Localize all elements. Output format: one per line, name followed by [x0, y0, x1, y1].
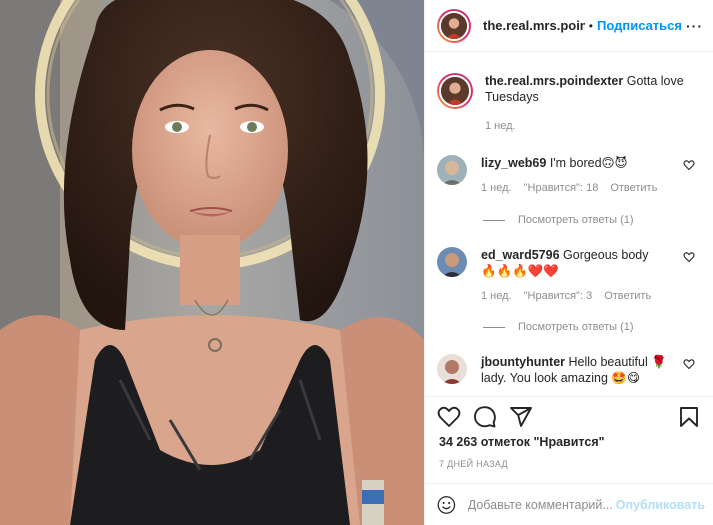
author-avatar[interactable] [437, 8, 471, 43]
share-button[interactable] [509, 405, 533, 429]
commenter-avatar[interactable] [437, 354, 467, 384]
post-dialog: the.real.mrs.poinde • Подписаться ··· [0, 0, 713, 525]
reply-button[interactable]: Ответить [610, 180, 657, 196]
caption-time[interactable]: 1 нед. [485, 118, 516, 134]
view-replies[interactable]: Посмотреть ответы (1) [483, 214, 634, 226]
comment-time[interactable]: 1 нед. [481, 180, 512, 196]
post-sidebar: the.real.mrs.poinde • Подписаться ··· [424, 0, 713, 525]
comment-username[interactable]: lizy_web69 [481, 156, 546, 170]
avatar-image [437, 155, 467, 185]
view-replies-label: Посмотреть ответы (1) [518, 214, 634, 226]
view-replies-label: Посмотреть ответы (1) [518, 321, 634, 333]
post-photo[interactable] [0, 0, 424, 525]
view-replies[interactable]: Посмотреть ответы (1) [483, 321, 634, 333]
replies-line [483, 326, 505, 328]
avatar-image [441, 12, 467, 39]
more-options-icon[interactable]: ··· [682, 18, 703, 34]
caption-body: the.real.mrs.poindexter Gotta love Tuesd… [485, 73, 699, 134]
smiley-icon[interactable] [437, 493, 456, 517]
likes-count[interactable]: 34 263 отметок "Нравится" [439, 435, 605, 449]
comment-text: I'm bored🙃😈 [549, 156, 628, 170]
comment-item: jbountyhunter Hello beautiful 🌹 lady. Yo… [437, 354, 699, 386]
separator-dot: • [588, 18, 593, 33]
author-username[interactable]: the.real.mrs.poinde [483, 18, 585, 33]
comment-icon [474, 405, 496, 427]
publish-button[interactable]: Опубликовать [616, 498, 705, 512]
follow-button[interactable]: Подписаться [597, 18, 682, 33]
commenter-avatar[interactable] [437, 247, 467, 277]
bookmark-icon [680, 406, 698, 427]
comment-time[interactable]: 1 нед. [481, 288, 512, 304]
comment-likes[interactable]: "Нравится": 18 [524, 180, 599, 196]
reply-button[interactable]: Ответить [604, 288, 651, 304]
caption: the.real.mrs.poindexter Gotta love Tuesd… [437, 73, 699, 134]
avatar-image [437, 354, 467, 384]
action-bar [425, 396, 713, 436]
comment-item: ed_ward5796 Gorgeous body 🔥🔥🔥❤️❤️ 1 нед.… [437, 247, 699, 304]
comment-body: ed_ward5796 Gorgeous body 🔥🔥🔥❤️❤️ 1 нед.… [481, 247, 667, 304]
comment-username[interactable]: ed_ward5796 [481, 248, 560, 262]
photo-image [0, 0, 424, 525]
avatar-image [437, 247, 467, 277]
comment-input[interactable] [467, 497, 616, 512]
add-comment-bar: Опубликовать [425, 483, 713, 525]
like-button[interactable] [437, 405, 461, 429]
comment-body: jbountyhunter Hello beautiful 🌹 lady. Yo… [481, 354, 667, 386]
post-date[interactable]: 7 ДНЕЙ НАЗАД [439, 459, 508, 469]
comment-button[interactable] [473, 405, 497, 429]
heart-icon [437, 406, 461, 427]
commenter-avatar[interactable] [437, 155, 467, 185]
heart-outline-icon[interactable] [683, 358, 695, 370]
share-icon [510, 406, 532, 427]
comment-likes[interactable]: "Нравится": 3 [524, 288, 593, 304]
comment-username[interactable]: jbountyhunter [481, 355, 565, 369]
comments-section[interactable]: the.real.mrs.poindexter Gotta love Tuesd… [425, 53, 713, 395]
comment-body: lizy_web69 I'm bored🙃😈 1 нед. "Нравится"… [481, 155, 667, 196]
caption-username[interactable]: the.real.mrs.poindexter [485, 74, 623, 88]
avatar-image [441, 77, 469, 105]
heart-outline-icon[interactable] [683, 251, 695, 263]
save-button[interactable] [677, 405, 701, 429]
post-header: the.real.mrs.poinde • Подписаться ··· [425, 0, 713, 52]
comment-item: lizy_web69 I'm bored🙃😈 1 нед. "Нравится"… [437, 155, 699, 196]
heart-outline-icon[interactable] [683, 159, 695, 171]
caption-avatar[interactable] [437, 73, 473, 109]
replies-line [483, 219, 505, 221]
